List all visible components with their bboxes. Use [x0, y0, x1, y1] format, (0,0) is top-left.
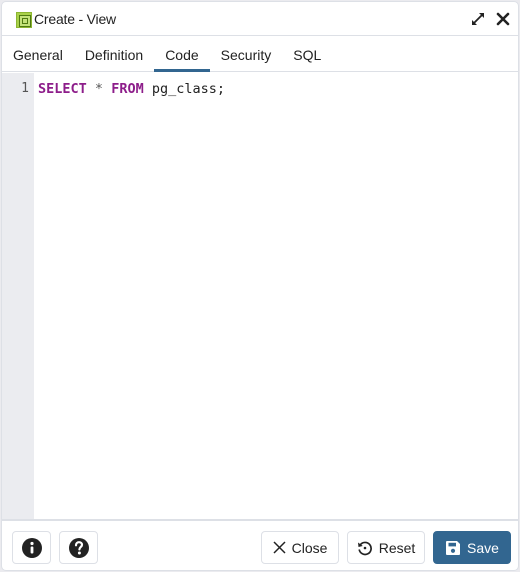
view-icon [16, 12, 32, 28]
close-button[interactable]: Close [261, 531, 339, 564]
info-circle-icon [21, 537, 43, 559]
dialog-title: Create - View [34, 11, 116, 27]
reset-icon [357, 540, 373, 556]
code-line[interactable]: SELECT * FROM pg_class; [38, 81, 225, 97]
sql-keyword: FROM [111, 81, 144, 97]
sql-operator: * [94, 81, 104, 97]
sql-keyword: SELECT [38, 81, 87, 97]
save-button-label: Save [467, 539, 499, 556]
create-view-dialog: Create - View General Definition Code Se… [1, 1, 519, 571]
info-button[interactable] [12, 531, 51, 564]
reset-button[interactable]: Reset [347, 531, 425, 564]
tab-security[interactable]: Security [210, 37, 283, 72]
sql-identifier: pg_class; [151, 81, 226, 97]
close-button-label: Close [291, 539, 328, 556]
tab-definition[interactable]: Definition [74, 37, 154, 72]
line-number-gutter: 1 [2, 73, 34, 519]
save-icon [445, 540, 461, 556]
code-editor[interactable]: 1 SELECT * FROM pg_class; [2, 73, 518, 521]
save-button[interactable]: Save [433, 531, 511, 564]
reset-button-label: Reset [378, 539, 416, 556]
tab-general[interactable]: General [2, 37, 74, 72]
tab-bar: General Definition Code Security SQL [2, 37, 518, 72]
expand-icon[interactable] [471, 12, 485, 26]
line-number: 1 [21, 81, 29, 96]
question-circle-icon [68, 537, 90, 559]
dialog-titlebar[interactable]: Create - View [2, 2, 518, 36]
help-button[interactable] [59, 531, 98, 564]
close-icon[interactable] [496, 12, 510, 26]
close-icon [273, 541, 286, 554]
tab-code[interactable]: Code [154, 37, 211, 72]
tab-sql[interactable]: SQL [282, 37, 332, 72]
dialog-footer: Close Reset Save [2, 521, 518, 570]
